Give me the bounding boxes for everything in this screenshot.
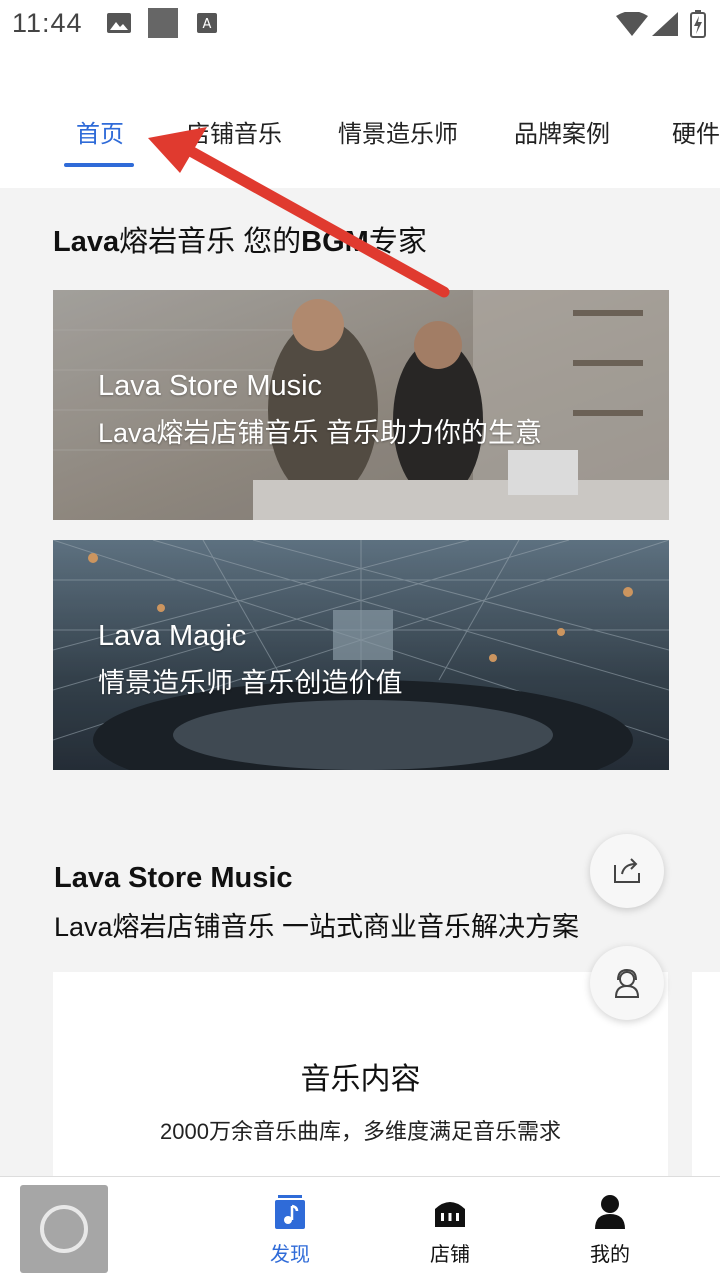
nav-mine[interactable]: 我的 xyxy=(570,1195,650,1267)
banner-store-music-title: Lava Store Music xyxy=(98,370,323,402)
top-tab-bar: 首页 店铺音乐 情景造乐师 品牌案例 硬件 xyxy=(0,50,720,188)
tab-brand-cases[interactable]: 品牌案例 xyxy=(514,114,610,149)
font-notification-icon: A xyxy=(197,13,217,33)
tab-store-music[interactable]: 店铺音乐 xyxy=(186,114,282,149)
bottom-navigation: 发现 店铺 我的 xyxy=(0,1176,720,1281)
tab-hardware[interactable]: 硬件 xyxy=(672,114,720,149)
share-icon xyxy=(614,858,640,883)
nav-store[interactable]: 店铺 xyxy=(410,1195,490,1267)
nav-store-label: 店铺 xyxy=(430,1244,470,1266)
mini-player[interactable] xyxy=(20,1185,108,1273)
player-disc-icon xyxy=(40,1205,88,1253)
banner-store-music[interactable]: Lava Store Music Lava熔岩店铺音乐 音乐助力你的生意 xyxy=(53,290,669,520)
tab-scenario-music-maker[interactable]: 情景造乐师 xyxy=(338,114,458,149)
nav-mine-label: 我的 xyxy=(590,1244,630,1266)
battery-charging-icon xyxy=(690,10,706,38)
tab-home[interactable]: 首页 xyxy=(76,114,124,149)
customer-service-icon xyxy=(614,968,640,998)
banner-lava-magic-title: Lava Magic xyxy=(98,620,247,652)
feature-card-music-content[interactable]: 音乐内容 2000万余音乐曲库，多维度满足音乐需求 xyxy=(53,972,668,1192)
wifi-icon xyxy=(616,12,648,36)
title-brand: Lava xyxy=(53,226,120,258)
feature-card-description: 2000万余音乐曲库，多维度满足音乐需求 xyxy=(160,1119,561,1144)
status-bar: 11:44 A xyxy=(0,0,720,50)
status-time: 11:44 xyxy=(12,8,83,38)
banner-lava-magic[interactable]: Lava Magic 情景造乐师 音乐创造价值 xyxy=(53,540,669,770)
customer-service-button[interactable] xyxy=(590,946,664,1020)
nav-discover[interactable]: 发现 xyxy=(250,1195,330,1267)
person-icon xyxy=(595,1195,625,1229)
banner-lava-magic-subtitle: 情景造乐师 音乐创造价值 xyxy=(98,668,403,698)
next-card-peek[interactable] xyxy=(692,972,720,1192)
banner-store-music-subtitle: Lava熔岩店铺音乐 音乐助力你的生意 xyxy=(98,418,543,448)
title-tail: 专家 xyxy=(368,226,427,258)
share-button[interactable] xyxy=(590,834,664,908)
banner-lava-magic-image xyxy=(53,540,669,770)
section-title: Lava Store Music xyxy=(54,862,293,894)
notification-square-icon xyxy=(148,8,178,38)
feature-card-title: 音乐内容 xyxy=(300,1063,421,1096)
svg-text:A: A xyxy=(203,17,212,32)
nav-discover-label: 发现 xyxy=(270,1244,310,1266)
title-bold-part: BGM xyxy=(301,226,369,258)
image-notification-icon xyxy=(107,13,131,33)
music-note-icon xyxy=(275,1195,305,1229)
store-icon xyxy=(435,1202,465,1227)
active-tab-indicator xyxy=(64,163,134,167)
page-title: Lava熔岩音乐 您的BGM专家 xyxy=(53,218,427,260)
title-text: 熔岩音乐 您的 xyxy=(119,226,302,258)
banner-store-music-image xyxy=(53,290,669,520)
section-subtitle: Lava熔岩店铺音乐 一站式商业音乐解决方案 xyxy=(54,912,580,942)
cellular-signal-icon xyxy=(652,12,678,36)
